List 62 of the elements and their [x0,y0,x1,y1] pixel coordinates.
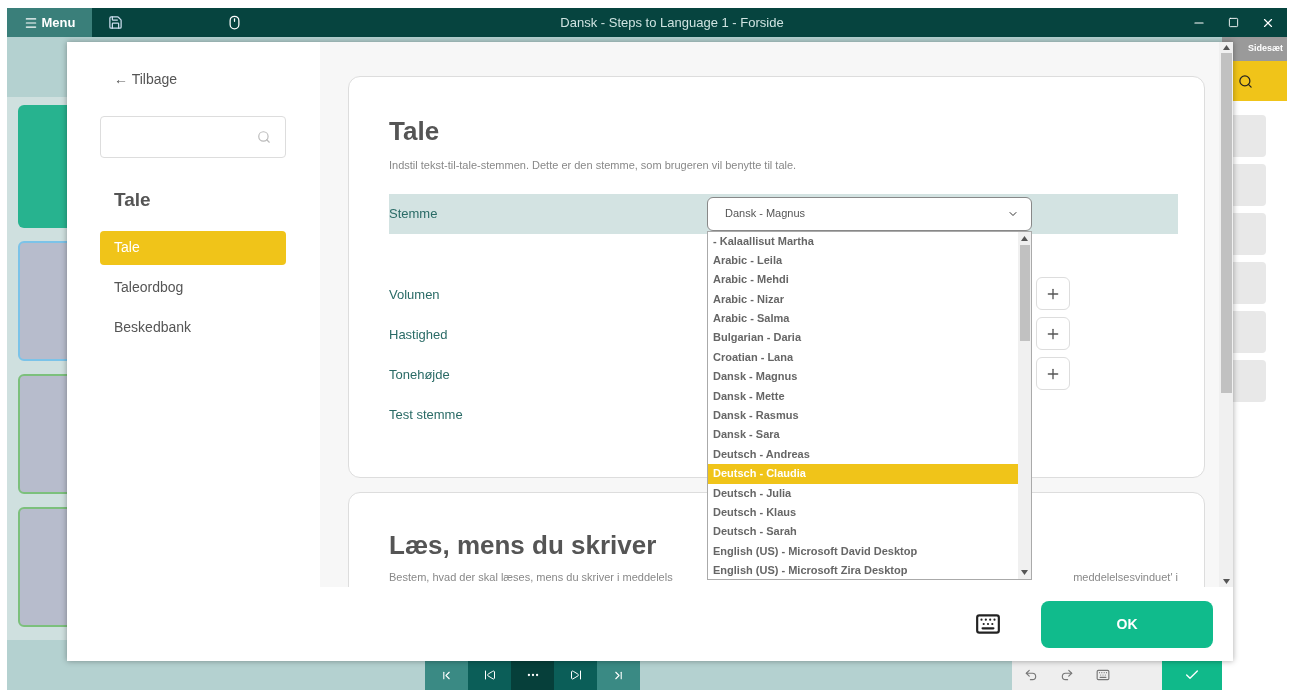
voice-option[interactable]: Arabic - Nizar [708,289,1018,310]
voice-option[interactable]: - Kalaallisut Martha [708,231,1018,251]
scrollbar[interactable] [1018,231,1031,579]
increase-button[interactable] [1036,277,1070,310]
search-field[interactable] [100,116,286,158]
voice-option[interactable]: Bulgarian - Daria [708,328,1018,348]
save-icon[interactable] [108,15,123,30]
voice-option[interactable]: Arabic - Leila [708,250,1018,271]
voice-label: Stemme [389,204,439,223]
nav-item[interactable]: Taleordbog [100,270,286,305]
menu-button[interactable]: Menu [7,8,92,37]
last-page-button[interactable] [597,660,640,690]
section-description: Bestem, hvad der skal læses, mens du skriver i meddelels [389,570,673,585]
scrollbar-thumb[interactable] [1220,53,1232,393]
more-button[interactable] [511,660,554,690]
maximize-icon[interactable] [1228,17,1239,28]
voice-option[interactable]: Deutsch - Julia [708,483,1018,503]
setting-label: Test stemme [389,406,463,422]
mouse-icon[interactable] [227,15,242,30]
section-description: Indstil tekst-til-tale-stemmen. Dette er den stemme, som brugeren vil benytte til tale. [389,158,798,173]
search-icon [1238,73,1253,89]
scrollbar-thumb[interactable] [1019,244,1030,341]
setting-label: Tonehøjde [389,366,450,382]
section-description: meddelelsesvinduet' i [1073,570,1178,585]
window-title: Dansk - Steps to Language 1 - Forside [559,13,785,32]
scroll-down-icon[interactable] [1021,569,1028,575]
nav-heading: Tale [114,188,152,212]
skip-back-icon [483,669,496,681]
voice-option[interactable]: Dansk - Rasmus [708,406,1018,426]
voice-option[interactable]: Croatian - Lana [708,347,1018,368]
voice-option[interactable]: Arabic - Mehdi [708,270,1018,290]
redo-icon[interactable] [1060,668,1074,682]
confirm-button[interactable] [1162,660,1222,690]
voice-option[interactable]: Dansk - Magnus [708,367,1018,387]
voice-option[interactable]: English (US) - Microsoft Zira Desktop [708,561,1018,581]
setting-label: Volumen [389,286,440,302]
voice-option[interactable]: Arabic - Salma [708,309,1018,329]
keyboard-icon[interactable] [975,611,1001,637]
section-title: Tale [389,115,441,147]
next-page-button[interactable] [554,660,597,690]
increase-button[interactable] [1036,317,1070,350]
undo-icon[interactable] [1024,668,1038,682]
scroll-down-icon[interactable] [1222,579,1230,584]
voice-select[interactable]: Dansk - Magnus [707,196,1032,231]
setting-label: Hastighed [389,326,448,342]
menu-icon [23,15,38,30]
voice-option[interactable]: Deutsch - Klaus [708,502,1018,523]
previous-page-button[interactable] [468,660,511,690]
skip-forward-icon [569,669,582,681]
section-title: Læs, mens du skriver [389,529,657,561]
scrollbar[interactable] [1219,42,1233,587]
voice-option[interactable]: Deutsch - Sarah [708,522,1018,542]
first-page-button[interactable] [425,660,468,690]
scroll-up-icon[interactable] [1222,45,1230,50]
nav-item[interactable]: Beskedbank [100,310,286,345]
voice-option[interactable]: Deutsch - Andreas [708,444,1018,465]
voice-option[interactable]: English (US) - Microsoft David Desktop [708,541,1018,562]
back-link[interactable]: ← Tilbage [114,69,178,90]
voice-option[interactable]: Dansk - Mette [708,386,1018,406]
voice-option[interactable]: Dansk - Sara [708,425,1018,445]
search-icon [257,130,271,144]
increase-button[interactable] [1036,357,1070,390]
